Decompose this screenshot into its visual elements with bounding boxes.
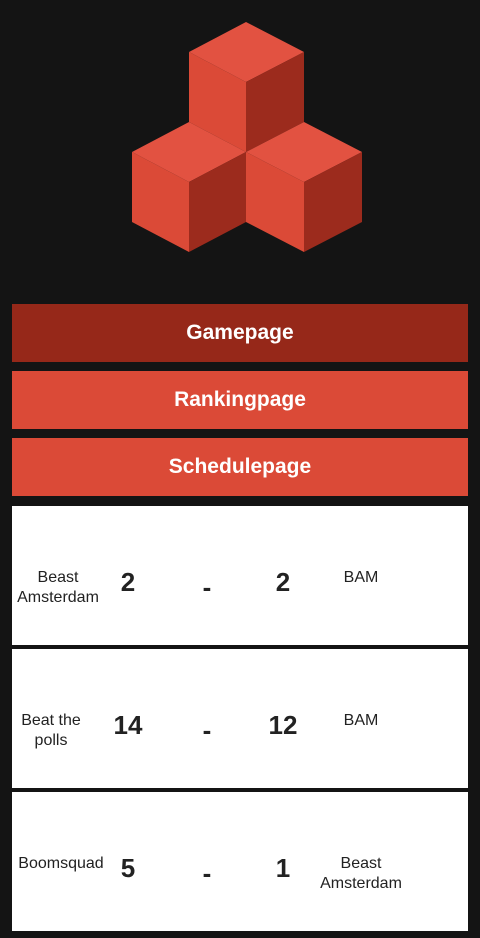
away-score: 1 [275, 853, 291, 883]
home-score: 14 [113, 710, 143, 740]
score-separator: - [202, 715, 212, 745]
away-team: BAM [343, 712, 379, 729]
home-score: 5 [120, 853, 136, 883]
away-score: 2 [275, 567, 291, 597]
gamepage-button[interactable]: Gamepage [12, 304, 468, 362]
match-card[interactable]: Beast Amsterdam 2 - 2 BAM [12, 506, 468, 645]
match-card[interactable]: Beat the polls 14 - 12 BAM [12, 649, 468, 788]
home-team: Boomsquad [18, 855, 104, 872]
cubes-logo-icon [132, 22, 362, 252]
score-separator: - [202, 858, 212, 888]
home-score: 2 [120, 567, 136, 597]
schedulepage-button[interactable]: Schedulepage [12, 438, 468, 496]
score-separator: - [202, 572, 212, 602]
away-score: 12 [268, 710, 298, 740]
home-team: Beast Amsterdam [17, 569, 99, 606]
away-team: Beast Amsterdam [320, 855, 402, 892]
away-team: BAM [343, 569, 379, 586]
match-card[interactable]: Boomsquad 5 - 1 Beast Amsterdam [12, 792, 468, 931]
rankingpage-button[interactable]: Rankingpage [12, 371, 468, 429]
home-team: Beat the polls [21, 712, 81, 749]
